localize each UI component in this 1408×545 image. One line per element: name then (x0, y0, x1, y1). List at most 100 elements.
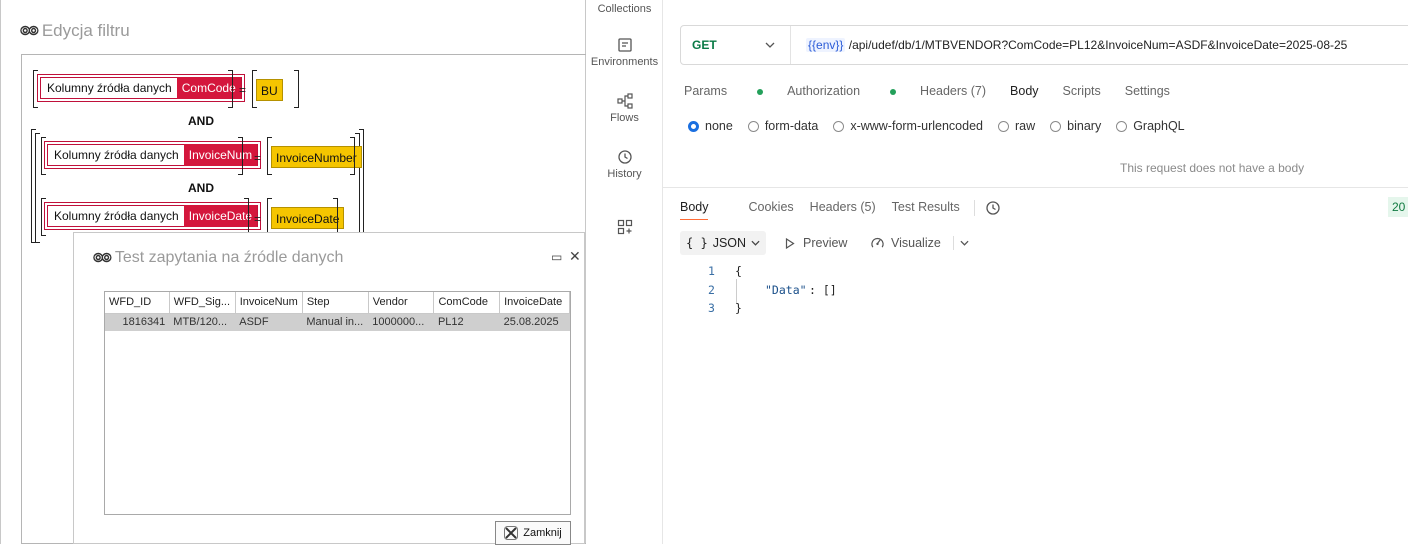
sidebar-item-label: Collections (597, 3, 652, 15)
history-icon (986, 201, 1000, 215)
close-icon[interactable]: ✕ (569, 248, 581, 265)
tab-label: Authorization (787, 84, 861, 98)
maximize-icon[interactable]: ▭ (551, 250, 562, 264)
column-header[interactable]: WFD_ID (105, 292, 170, 314)
sidebar-item-environments[interactable]: Environments (586, 37, 663, 68)
body-mode-radios: none form-data x-www-form-urlencoded raw… (688, 119, 1200, 133)
column-header[interactable]: ComCode (433, 292, 501, 314)
tab-body[interactable]: Body (1010, 84, 1039, 98)
sidebar-item-label: Flows (610, 112, 639, 124)
column-tag-invoicenum[interactable]: InvoiceNum (183, 144, 258, 166)
radio-binary[interactable]: binary (1050, 119, 1101, 133)
active-dot-icon (757, 88, 764, 95)
env-variable: {{env}} (806, 38, 846, 52)
chevron-down-icon[interactable] (960, 240, 969, 246)
sidebar-item-history[interactable]: History (586, 149, 663, 180)
tab-authorization[interactable]: Authorization (787, 84, 897, 98)
line-number: 1 (708, 264, 715, 278)
link-icon: ⦾⦾ (93, 250, 112, 265)
radio-raw[interactable]: raw (998, 119, 1035, 133)
sidebar-item-configure[interactable] (586, 219, 663, 238)
response-history-button[interactable] (973, 200, 1001, 216)
response-tab-body[interactable]: Body (680, 200, 733, 220)
radio-label: binary (1067, 119, 1102, 133)
no-body-message: This request does not have a body (1120, 161, 1305, 175)
visualize-label: Visualize (891, 235, 941, 250)
test-dialog-title-bar: ⦾⦾ Test zapytania na źródle danych (93, 249, 343, 267)
response-tab-headers[interactable]: Headers (5) (810, 200, 876, 216)
radio-none[interactable]: none (688, 119, 733, 133)
radio-icon (833, 120, 845, 132)
radio-urlencoded[interactable]: x-www-form-urlencoded (833, 119, 983, 133)
tab-headers[interactable]: Headers (7) (920, 84, 986, 98)
line-number: 2 (708, 283, 715, 297)
radio-form-data[interactable]: form-data (747, 119, 818, 133)
filter-window-title: Edycja filtru (41, 21, 130, 40)
request-tabs: Params Authorization Headers (7) Body Sc… (684, 84, 1194, 98)
visualize-icon (871, 237, 884, 248)
value-bu[interactable]: BU (256, 79, 283, 101)
results-table[interactable]: WFD_ID WFD_Sig... InvoiceNum Step Vendor… (104, 291, 571, 515)
column-header[interactable]: Vendor (368, 292, 435, 314)
response-tab-test-results[interactable]: Test Results (892, 200, 960, 216)
condition-label: Kolumny źródła danych (54, 209, 179, 223)
radio-icon (1116, 120, 1128, 132)
sidebar-item-flows[interactable]: Flows (586, 93, 663, 124)
and-joiner-2[interactable]: AND (188, 181, 214, 195)
column-header[interactable]: InvoiceDate (499, 292, 570, 314)
environments-icon (617, 38, 632, 52)
filter-window-title-bar: ⦾⦾ Edycja filtru (20, 21, 130, 41)
radio-graphql[interactable]: GraphQL (1116, 119, 1185, 133)
close-button[interactable]: Zamknij (495, 521, 571, 545)
postman-request-panel: GET {{env}} /api/udef/db/1/MTBVENDOR?Com… (663, 0, 1408, 544)
history-icon (617, 150, 632, 164)
tab-params[interactable]: Params (684, 84, 764, 98)
url-input[interactable]: {{env}} /api/udef/db/1/MTBVENDOR?ComCode… (791, 38, 1347, 52)
tab-settings[interactable]: Settings (1125, 84, 1170, 98)
url-path: /api/udef/db/1/MTBVENDOR?ComCode=PL12&In… (848, 38, 1348, 52)
braces-icon: { } (686, 236, 708, 250)
json-value: : [] (809, 283, 837, 297)
close-button-label: Zamknij (523, 527, 562, 539)
table-row[interactable]: 1816341 MTB/120... ASDF Manual in... 100… (105, 313, 570, 331)
column-header[interactable]: WFD_Sig... (169, 292, 236, 314)
sidebar-item-label: Environments (590, 56, 659, 68)
play-icon (785, 237, 795, 249)
column-header[interactable]: Step (302, 292, 369, 314)
condition-invoicedate[interactable]: Kolumny źródła danych InvoiceDate (44, 202, 262, 230)
table-cell: 1816341 (105, 313, 170, 331)
value-invoicenumber[interactable]: InvoiceNumber (271, 146, 362, 168)
active-tab-underline (680, 219, 708, 220)
pane-divider[interactable] (663, 187, 1408, 188)
json-key: "Data" (765, 283, 807, 297)
radio-label: x-www-form-urlencoded (850, 119, 983, 133)
value3-bracket-right (333, 198, 338, 236)
condition-invoicenum[interactable]: Kolumny źródła danych InvoiceNum (44, 141, 262, 169)
and-joiner-1[interactable]: AND (188, 114, 214, 128)
indent-guide (736, 279, 737, 303)
condition-label: Kolumny źródła danych (54, 148, 179, 162)
sidebar-item-collections[interactable]: Collections (586, 3, 663, 15)
radio-label: raw (1015, 119, 1036, 133)
column-header[interactable]: InvoiceNum (235, 292, 303, 314)
line-number: 3 (708, 301, 715, 315)
active-dot-icon (890, 88, 897, 95)
tab-scripts[interactable]: Scripts (1063, 84, 1101, 98)
condition-comcode[interactable]: Kolumny źródła danych ComCode (37, 74, 245, 102)
postman-sidebar: Collections Environments Flows History (586, 0, 663, 544)
radio-label: none (705, 119, 733, 133)
response-tab-cookies[interactable]: Cookies (749, 200, 794, 216)
chevron-down-icon (765, 42, 775, 48)
visualize-button[interactable]: Visualize (870, 235, 969, 250)
code-line: { (735, 264, 742, 278)
preview-label: Preview (803, 236, 848, 250)
response-tabs: Body Cookies Headers (5) Test Results (680, 200, 1025, 220)
method-select[interactable]: GET (681, 26, 791, 64)
radio-selected-icon (688, 120, 699, 132)
radio-label: GraphQL (1133, 119, 1185, 133)
value1-bracket-right (294, 70, 299, 108)
operator-equals: = (254, 212, 262, 226)
format-select[interactable]: { } JSON (680, 231, 767, 255)
preview-button[interactable]: Preview (785, 236, 847, 250)
status-badge[interactable]: 20 (1388, 197, 1408, 217)
